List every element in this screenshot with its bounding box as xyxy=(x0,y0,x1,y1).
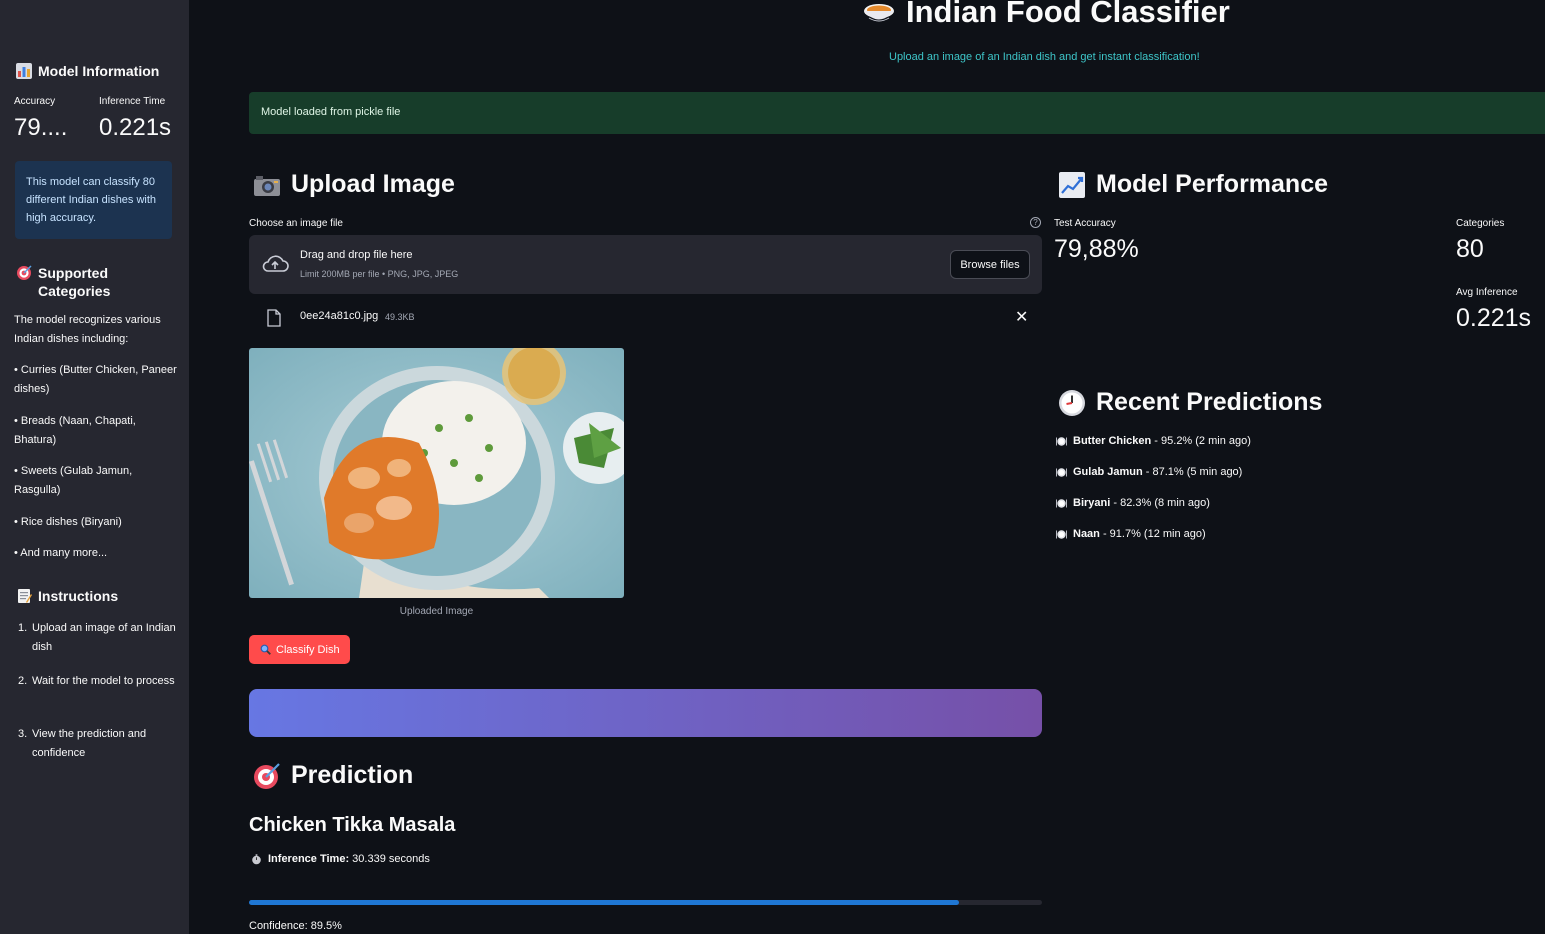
help-icon[interactable]: ? xyxy=(1030,217,1041,228)
clock-icon xyxy=(1059,389,1085,416)
magnifier-icon xyxy=(260,644,271,655)
uploaded-image xyxy=(249,348,624,598)
page-title: Indian Food Classifier xyxy=(862,0,1230,30)
recent-prediction-item: Butter Chicken - 95.2% (2 min ago) xyxy=(1056,435,1251,447)
performance-heading: Model Performance xyxy=(1058,170,1328,199)
model-info-box: This model can classify 80 different Ind… xyxy=(15,161,172,239)
browse-files-button[interactable]: Browse files xyxy=(950,250,1030,279)
recent-prediction-item: Gulab Jamun - 87.1% (5 min ago) xyxy=(1056,466,1242,478)
inference-time-value: 0.221s xyxy=(99,114,172,141)
chart-up-icon xyxy=(1059,171,1085,198)
instruction-item: 3. View the prediction and confidence xyxy=(18,728,147,759)
dropzone-limits: Limit 200MB per file • PNG, JPG, JPEG xyxy=(300,269,459,279)
recent-prediction-item: Naan - 91.7% (12 min ago) xyxy=(1056,528,1206,540)
model-info-heading: Model Information xyxy=(16,62,159,80)
instruction-item: 2. Wait for the model to process xyxy=(18,675,175,687)
category-item: • Breads (Naan, Chapati, Bhatura) xyxy=(14,415,136,446)
instruction-item: 1. Upload an image of an Indian dish xyxy=(18,622,176,653)
uploaded-file-row: 0ee24a81c0.jpg 49.3KB ✕ xyxy=(249,305,1042,331)
test-accuracy-label: Test Accuracy xyxy=(1054,218,1116,229)
image-caption: Uploaded Image xyxy=(399,606,474,617)
camera-icon xyxy=(254,175,280,196)
memo-icon xyxy=(18,589,32,603)
cloud-upload-icon xyxy=(262,255,289,272)
bar-chart-icon xyxy=(16,63,32,79)
instructions-heading: Instructions xyxy=(16,587,118,605)
dropzone-instructions: Drag and drop file here xyxy=(300,249,413,261)
categories-value: 80 xyxy=(1456,235,1484,263)
predicted-dish: Chicken Tikka Masala xyxy=(249,814,456,836)
categories-label: Categories xyxy=(1456,218,1505,229)
page-subtitle: Upload an image of an Indian dish and ge… xyxy=(889,51,1200,63)
target-icon xyxy=(254,762,280,789)
stopwatch-icon xyxy=(252,853,261,864)
confidence-progress-bar xyxy=(249,900,1042,905)
confidence-progress-fill xyxy=(249,900,959,905)
category-item: • Rice dishes (Biryani) xyxy=(14,516,122,528)
plate-icon xyxy=(1056,436,1067,446)
sidebar: Model Information Accuracy 79.... Infere… xyxy=(0,0,189,934)
category-item: • Sweets (Gulab Jamun, Rasgulla) xyxy=(14,465,133,496)
curry-bowl-icon xyxy=(864,4,894,22)
inference-time-label: Inference Time xyxy=(99,96,166,107)
confidence-text: Confidence: 89.5% xyxy=(249,920,342,932)
recent-predictions-heading: Recent Predictions xyxy=(1058,388,1322,417)
plate-icon xyxy=(1056,529,1067,539)
category-item: • Curries (Butter Chicken, Paneer dishes… xyxy=(14,364,177,395)
file-dropzone[interactable]: Drag and drop file here Limit 200MB per … xyxy=(249,235,1042,294)
file-icon xyxy=(267,309,281,327)
categories-heading: Supported Categories xyxy=(16,264,166,300)
food-photo xyxy=(249,348,624,598)
result-banner xyxy=(249,689,1042,737)
recent-prediction-item: Biryani - 82.3% (8 min ago) xyxy=(1056,497,1210,509)
accuracy-label: Accuracy xyxy=(14,96,56,107)
uploaded-file-size: 49.3KB xyxy=(385,312,415,322)
classify-dish-button[interactable]: Classify Dish xyxy=(249,635,350,664)
categories-intro: The model recognizes various Indian dish… xyxy=(14,314,161,345)
test-accuracy-value: 79,88% xyxy=(1054,235,1139,263)
category-item: • And many more... xyxy=(14,547,108,559)
success-alert: Model loaded from pickle file xyxy=(249,92,1545,134)
uploaded-file-name: 0ee24a81c0.jpg xyxy=(300,310,379,322)
avg-inference-label: Avg Inference xyxy=(1456,287,1518,298)
accuracy-value: 79.... xyxy=(14,114,68,141)
upload-heading: Upload Image xyxy=(253,170,455,199)
plate-icon xyxy=(1056,498,1067,508)
file-uploader-label: Choose an image file xyxy=(249,218,343,229)
avg-inference-value: 0.221s xyxy=(1456,304,1532,332)
prediction-heading: Prediction xyxy=(253,761,413,790)
prediction-inference-time: Inference Time: 30.339 seconds xyxy=(251,853,430,865)
plate-icon xyxy=(1056,467,1067,477)
remove-file-icon[interactable]: ✕ xyxy=(1015,307,1028,327)
target-icon xyxy=(17,265,32,280)
